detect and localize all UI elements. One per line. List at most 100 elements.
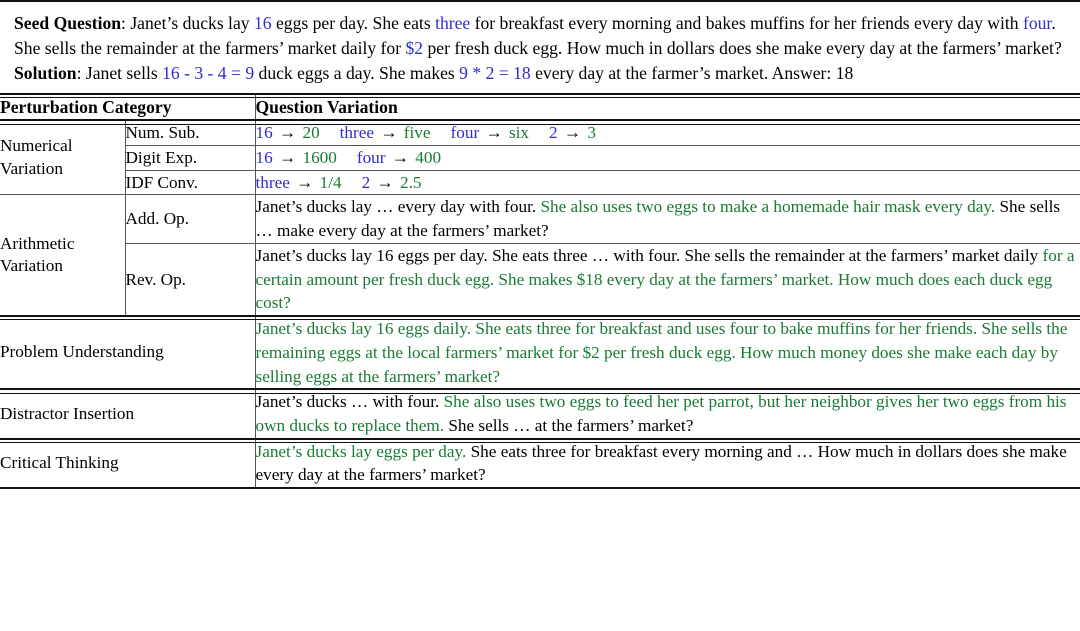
mapping-pair: 2 → 2.5	[362, 173, 422, 192]
seed-question-paragraph: Seed Question: Janet’s ducks lay 16 eggs…	[14, 11, 1066, 61]
text-run: 16 - 3 - 4 = 9	[162, 62, 255, 83]
mapping-pair: 2 → 3	[549, 123, 596, 142]
mapping-pair: three → 1/4	[256, 173, 342, 192]
text-run: duck eggs a day. She makes	[254, 62, 460, 83]
arrow-icon: →	[376, 123, 402, 143]
mapping-from: 16	[255, 147, 273, 167]
category-label-line2: Variation	[0, 158, 63, 178]
mapping-from: three	[339, 123, 375, 143]
mapping-pair: 16 → 1600	[256, 148, 337, 167]
mapping-from: four	[450, 123, 480, 143]
text-run: : Janet’s ducks lay	[121, 13, 254, 33]
subcategory-rev-op: Rev. Op.	[124, 243, 255, 316]
header-question-variation: Question Variation	[254, 94, 1080, 120]
category-label-line2: Variation	[0, 256, 63, 276]
variation-critical-thinking: Janet’s ducks lay eggs per day. She eats…	[254, 439, 1080, 488]
mapping-from: 16	[255, 123, 273, 143]
group-separator-row	[0, 315, 1080, 321]
group-separator	[0, 437, 1080, 444]
text-run: Janet’s ducks lay eggs per day.	[255, 441, 467, 461]
subcategory-num-sub: Num. Sub.	[124, 121, 255, 145]
category-label-line1: Numerical	[0, 136, 73, 156]
variation-num-sub: 16 → 20 three → five four → six 2 → 3	[254, 121, 1080, 145]
group-separator	[0, 388, 1080, 394]
text-run: She sells … at the farmers’ market?	[444, 415, 694, 435]
mapping-from: four	[356, 147, 386, 167]
seed-solution-label: Solution	[14, 62, 77, 83]
perturbation-table: Perturbation Category Question Variation…	[0, 94, 1080, 488]
subcategory-digit-exp: Digit Exp.	[124, 145, 255, 170]
mapping-pair: 16 → 20	[256, 123, 320, 142]
mapping-to: 1/4	[319, 172, 342, 192]
table-row: Problem Understanding Janet’s ducks lay …	[0, 317, 1080, 389]
header-bottom-rule-row	[0, 119, 1080, 125]
mapping-to: six	[508, 123, 530, 143]
arrow-icon: →	[372, 172, 398, 192]
table-row: Critical Thinking Janet’s ducks lay eggs…	[0, 439, 1080, 488]
category-arithmetic-variation: Arithmetic Variation	[0, 195, 125, 315]
header-bottom-rule	[0, 119, 1080, 125]
seed-solution-text: : Janet sells 16 - 3 - 4 = 9 duck eggs a…	[77, 63, 854, 83]
text-run: three	[435, 13, 471, 33]
text-run: Janet’s ducks … with four.	[255, 392, 444, 412]
table-row: Distractor Insertion Janet’s ducks … wit…	[0, 390, 1080, 438]
text-run: She also uses two eggs to make a homemad…	[540, 197, 996, 217]
table-row: Numerical Variation Num. Sub. 16 → 20 thr…	[0, 121, 1080, 178]
category-numerical-variation: Numerical Variation	[0, 121, 125, 194]
text-run: four	[1022, 13, 1052, 33]
text-run: eggs per day. She eats	[271, 13, 436, 33]
mapping-from: 2	[549, 123, 558, 143]
variation-problem-understanding: Janet’s ducks lay 16 eggs daily. She eat…	[254, 317, 1080, 389]
seed-block: Seed Question: Janet’s ducks lay 16 eggs…	[0, 2, 1080, 93]
group-separator-row	[0, 388, 1080, 394]
variation-idf-conv: three → 1/4 2 → 2.5	[254, 170, 1080, 195]
mapping-to: 2.5	[399, 172, 422, 192]
table-row: Arithmetic Variation Add. Op. Janet’s du…	[0, 195, 1080, 275]
category-label-line1: Arithmetic	[0, 233, 75, 253]
mapping-pair: four → six	[451, 123, 529, 142]
text-run: : Janet sells	[76, 62, 163, 83]
mapping-pair: three → five	[340, 123, 431, 142]
table-row: IDF Conv. three → 1/4 2 → 2.5	[0, 170, 1080, 195]
arrow-icon: →	[274, 123, 301, 143]
text-run: $2	[405, 37, 424, 58]
mapping-to: 20	[302, 123, 320, 143]
header-perturbation-category: Perturbation Category	[0, 96, 172, 117]
table-row: Rev. Op. Janet’s ducks lay 16 eggs per d…	[0, 243, 1080, 316]
table-header-row: Perturbation Category Question Variation	[0, 94, 1080, 120]
mapping-to: 3	[587, 123, 596, 143]
text-run: Janet’s ducks lay 16 eggs daily. She eat…	[255, 319, 1068, 386]
group-separator-row	[0, 437, 1080, 444]
category-critical-thinking: Critical Thinking	[0, 453, 119, 473]
text-run: every day at the farmer’s market. Answer…	[530, 62, 854, 83]
mapping-to: 1600	[302, 147, 337, 167]
arrow-icon: →	[274, 147, 301, 167]
variation-add-op: Janet’s ducks lay … every day with four.…	[254, 195, 1080, 243]
text-run: Janet’s ducks lay … every day with four.	[255, 197, 541, 217]
arrow-icon: →	[559, 123, 586, 143]
group-separator	[0, 315, 1080, 321]
variation-rev-op: Janet’s ducks lay 16 eggs per day. She e…	[254, 243, 1080, 316]
mapping-to: 400	[415, 147, 442, 167]
arrow-icon: →	[387, 147, 414, 167]
seed-question-label: Seed Question	[14, 13, 122, 33]
seed-question-text: : Janet’s ducks lay 16 eggs per day. She…	[14, 13, 1062, 58]
variation-digit-exp: 16 → 1600 four → 400	[254, 145, 1080, 170]
arrow-icon: →	[481, 123, 507, 143]
arrow-icon: →	[291, 172, 318, 192]
header-top-rule	[0, 92, 1080, 99]
mapping-from: 2	[361, 172, 371, 192]
table-row: Digit Exp. 16 → 1600 four → 400	[0, 145, 1080, 170]
mapping-to: five	[403, 123, 431, 143]
category-problem-understanding: Problem Understanding	[0, 342, 164, 362]
subcategory-idf-conv: IDF Conv.	[124, 170, 255, 195]
text-run: Janet’s ducks lay 16 eggs per day. She e…	[255, 245, 1043, 265]
bottom-rule	[0, 487, 1080, 490]
variation-distractor-insertion: Janet’s ducks … with four. She also uses…	[254, 390, 1080, 438]
table-figure: Seed Question: Janet’s ducks lay 16 eggs…	[0, 0, 1080, 631]
mapping-from: three	[255, 172, 290, 192]
subcategory-add-op: Add. Op.	[124, 195, 255, 243]
text-run: per fresh duck egg. How much in dollars …	[423, 37, 1062, 58]
text-run: 9 * 2 = 18	[459, 62, 531, 83]
mapping-pair: four → 400	[357, 148, 441, 167]
